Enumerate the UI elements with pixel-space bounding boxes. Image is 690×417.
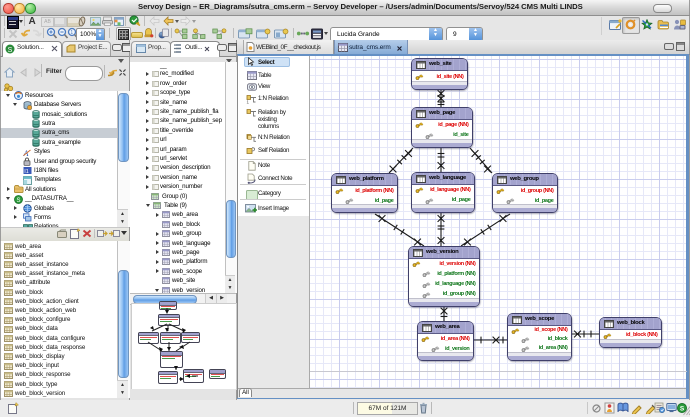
svg-text:1: 1 — [247, 99, 250, 104]
